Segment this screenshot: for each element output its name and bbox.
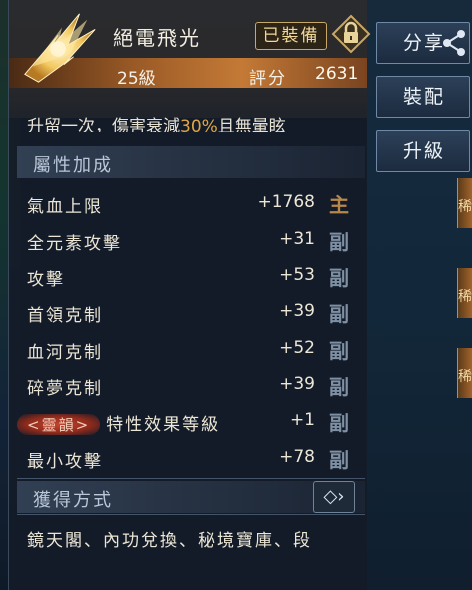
sub-stat-tag: 副 — [329, 375, 349, 399]
sub-stat-tag: 副 — [329, 339, 349, 363]
acquire-sources-text: 鏡天閣、內功兌換、秘境寶庫、段 — [27, 531, 312, 551]
attribute-row: 血河克制 +52 副 — [9, 334, 367, 364]
background-item-strip: 稀 — [457, 178, 472, 228]
share-button[interactable]: 分享 — [376, 22, 470, 64]
lock-icon[interactable] — [331, 14, 371, 54]
sub-stat-tag: 副 — [329, 302, 349, 326]
sub-stat-tag: 副 — [329, 266, 349, 290]
sub-stat-tag: 副 — [329, 230, 349, 254]
item-header: 絕電飛光 已裝備 25級 評分 2631 升留一次，傷害衰減30%且無暈眩 — [9, 0, 371, 132]
score-value: 2631 — [315, 64, 359, 84]
attribute-row: <靈韻> 特性效果等級 +1 副 — [9, 406, 367, 436]
attribute-row: 全元素攻擊 +31 副 — [9, 225, 367, 255]
attribute-row: 碎夢克制 +39 副 — [9, 370, 367, 400]
upgrade-button[interactable]: 升級 — [376, 130, 470, 172]
attributes-section-header: 屬性加成 — [17, 146, 365, 178]
attribute-row: 首領克制 +39 副 — [9, 297, 367, 327]
link-arrow-icon[interactable]: ◇› — [313, 481, 355, 513]
section-divider — [17, 478, 365, 479]
sub-stat-tag: 副 — [329, 411, 349, 435]
soul-rhythm-badge: <靈韻> — [17, 414, 101, 435]
main-stat-tag: 主 — [329, 193, 349, 217]
score-label: 評分 — [249, 69, 287, 89]
attribute-row: 氣血上限 +1768 主 — [9, 188, 367, 218]
item-name: 絕電飛光 — [113, 26, 201, 50]
effect-description: 升留一次，傷害衰減30%且無暈眩 — [27, 112, 363, 132]
section-divider — [17, 514, 365, 515]
effect-highlight: 30% — [180, 117, 218, 132]
item-icon — [19, 6, 101, 88]
background-item-strip: 稀 — [457, 268, 472, 318]
sub-stat-tag: 副 — [329, 448, 349, 472]
item-level: 25級 — [117, 69, 156, 89]
item-tooltip-panel: 絕電飛光 已裝備 25級 評分 2631 升留一次，傷害衰減30%且無暈眩 屬性… — [8, 0, 371, 590]
lightning-wing-icon — [24, 13, 96, 83]
attribute-row: 最小攻擊 +78 副 — [9, 443, 367, 473]
equip-button[interactable]: 裝配 — [376, 76, 470, 118]
background-item-strip: 稀 — [457, 348, 472, 398]
attribute-row: 攻擊 +53 副 — [9, 261, 367, 291]
equipped-badge: 已裝備 — [255, 22, 327, 50]
share-icon — [443, 30, 465, 56]
